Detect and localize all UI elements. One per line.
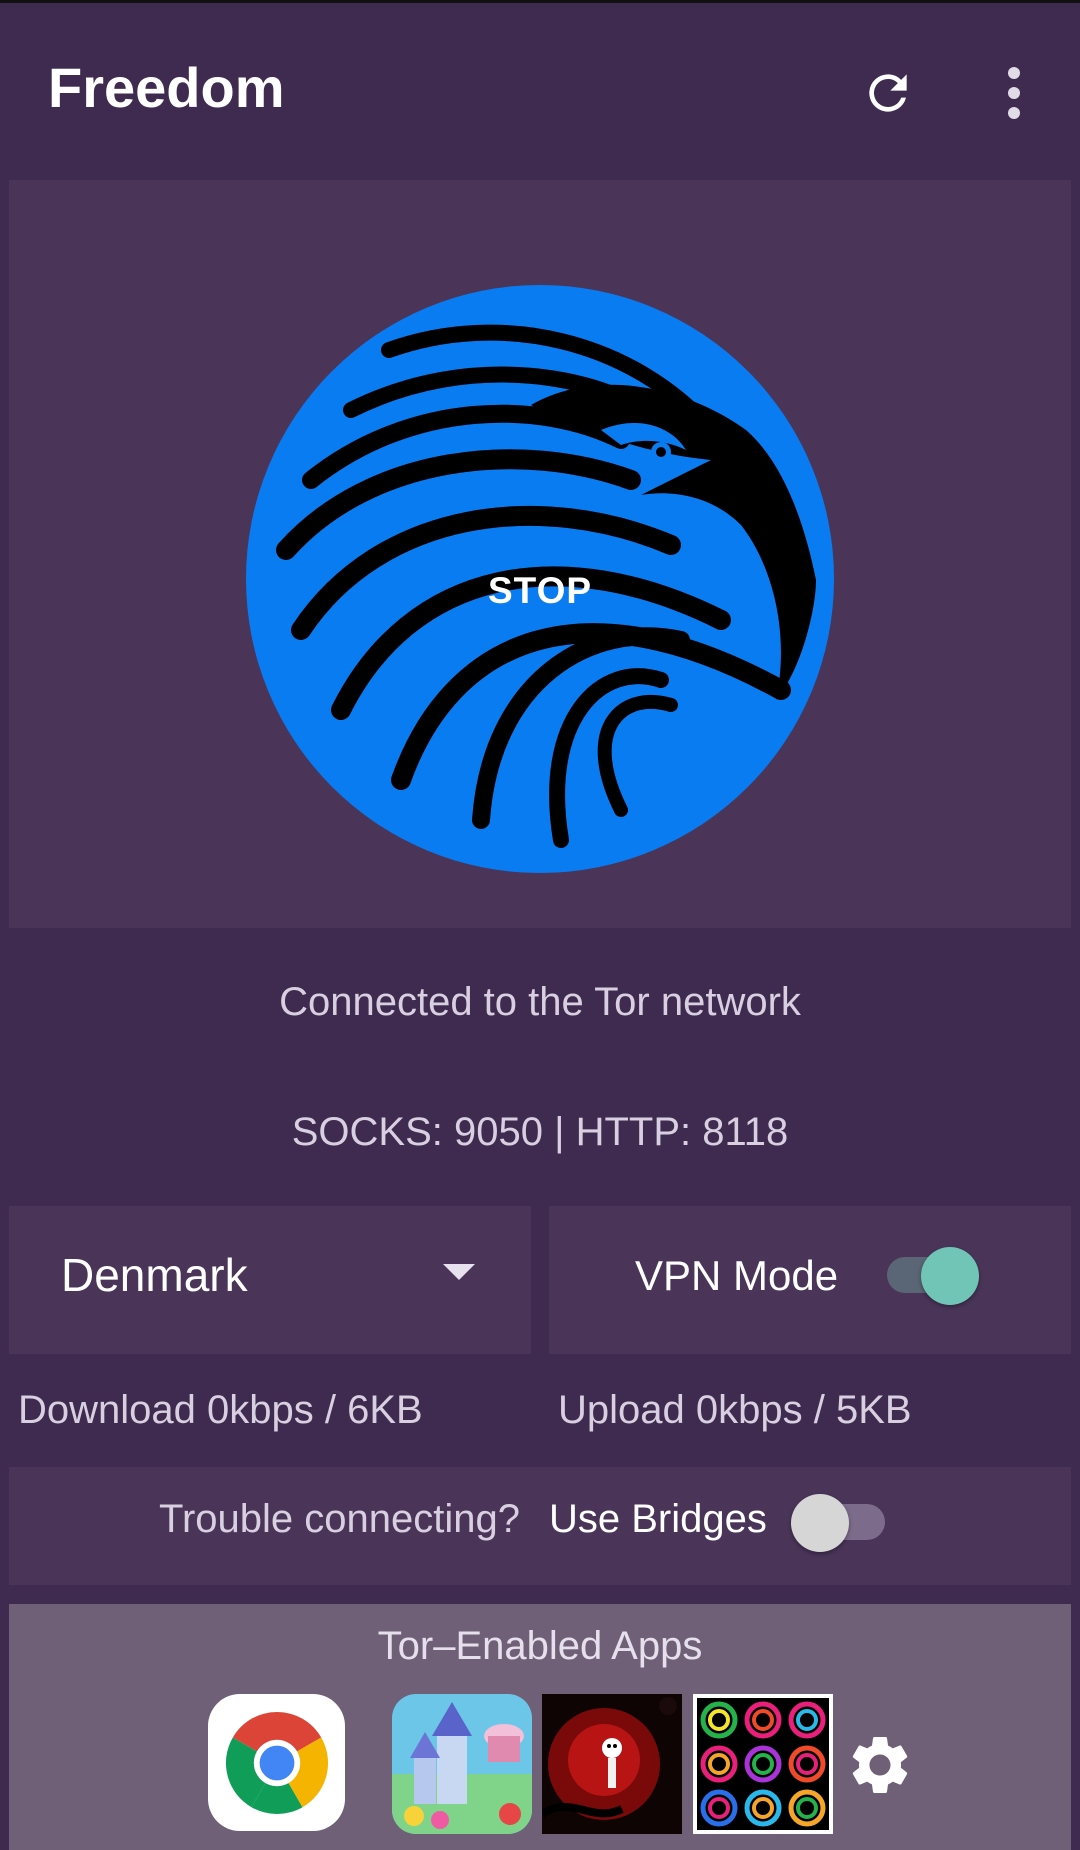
download-stats: Download 0kbps / 6KB <box>18 1388 423 1432</box>
use-bridges-toggle[interactable] <box>791 1491 891 1553</box>
red-dark-game-icon[interactable] <box>542 1694 682 1834</box>
chevron-down-icon <box>443 1264 475 1280</box>
apps-title: Tor–Enabled Apps <box>377 1624 703 1668</box>
use-bridges-label: Use Bridges <box>549 1497 767 1541</box>
vpn-mode-toggle[interactable] <box>879 1244 979 1306</box>
country-selected: Denmark <box>61 1249 248 1301</box>
refresh-icon <box>869 74 907 112</box>
more-vertical-icon <box>1008 67 1020 119</box>
hero-panel: STOP <box>9 180 1071 928</box>
country-selector[interactable]: Denmark <box>9 1206 531 1354</box>
bridges-question: Trouble connecting? <box>159 1497 520 1541</box>
tor-enabled-apps-panel: Tor–Enabled Apps <box>9 1604 1071 1850</box>
bridges-toggle-thumb <box>791 1494 849 1552</box>
chrome-icon[interactable] <box>208 1694 345 1831</box>
vpn-toggle-thumb <box>921 1247 979 1305</box>
app-bar: Freedom <box>0 3 1080 173</box>
app-title: Freedom <box>48 56 285 119</box>
castle-puzzle-game-icon[interactable] <box>392 1694 532 1834</box>
start-stop-button[interactable]: STOP <box>241 280 839 878</box>
stop-label: STOP <box>487 570 593 611</box>
port-info: SOCKS: 9050 | HTTP: 8118 <box>291 1110 789 1154</box>
vpn-mode-panel: VPN Mode <box>549 1206 1071 1354</box>
vpn-mode-label: VPN Mode <box>635 1252 839 1299</box>
bridges-panel: Trouble connecting? Use Bridges <box>9 1467 1071 1585</box>
more-options-button[interactable] <box>974 53 1054 133</box>
connection-status: Connected to the Tor network <box>279 980 801 1024</box>
gear-icon <box>852 1737 908 1793</box>
upload-stats: Upload 0kbps / 5KB <box>558 1388 912 1432</box>
color-rings-game-icon[interactable] <box>693 1694 833 1834</box>
apps-settings-button[interactable] <box>845 1730 915 1800</box>
refresh-button[interactable] <box>848 53 928 133</box>
